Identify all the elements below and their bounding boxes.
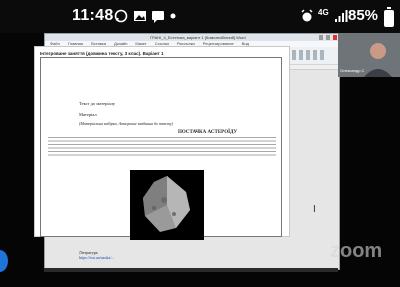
text-cursor-icon: I bbox=[313, 204, 316, 215]
window-titlebar: ГРАНІ_4_Естетика_варіант 1 [Компатибілни… bbox=[45, 34, 339, 41]
asteroid-graphic bbox=[143, 176, 190, 232]
taskbar bbox=[44, 268, 338, 272]
document-header: Інтегроване заняття (довжина тексту, 3 к… bbox=[40, 51, 164, 56]
article-paragraph bbox=[48, 137, 276, 158]
source-note: (Матеріальна вибірка, Авторське завдання… bbox=[79, 121, 173, 126]
battery-percent: 85% bbox=[348, 7, 379, 24]
signal-strength-icon bbox=[335, 10, 348, 22]
material-label: Матеріал bbox=[79, 112, 97, 117]
window-title: ГРАНІ_4_Естетика_варіант 1 [Компатибілни… bbox=[150, 35, 246, 40]
message-icon bbox=[152, 11, 164, 23]
footer-link[interactable]: https://tsn.ua/nauka/... bbox=[79, 255, 114, 260]
asteroid-image bbox=[130, 170, 204, 240]
phone-status-bar: 11:48 4G 85% bbox=[0, 0, 400, 33]
status-time: 11:48 bbox=[72, 7, 114, 24]
intro-line: Текст до матеріалу bbox=[79, 101, 116, 106]
alarm-icon bbox=[301, 9, 313, 22]
article-title: ПОСТАЧКА АСТЕРОЇДУ bbox=[178, 130, 238, 135]
network-type: 4G bbox=[318, 8, 329, 17]
zoom-watermark: zoom bbox=[330, 240, 383, 262]
whatsapp-icon bbox=[114, 9, 128, 23]
battery-icon bbox=[384, 7, 394, 27]
participant-name: Олександр С bbox=[340, 68, 365, 73]
window-controls[interactable] bbox=[319, 35, 337, 40]
gallery-icon bbox=[134, 11, 146, 21]
extra-tools[interactable] bbox=[285, 50, 325, 60]
notification-dot-icon bbox=[170, 13, 176, 19]
